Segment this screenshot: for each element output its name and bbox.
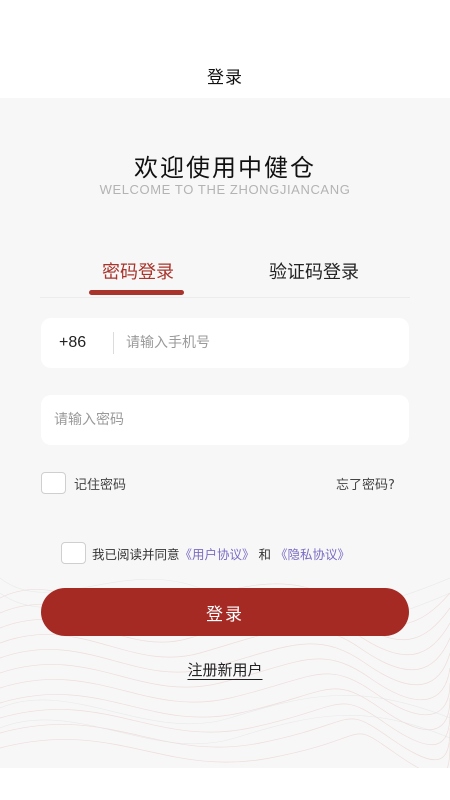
tab-code-login[interactable]: 验证码登录 — [262, 258, 366, 284]
password-field — [41, 395, 409, 445]
register-row: 注册新用户 — [0, 659, 450, 680]
login-screen: 登录 欢迎使用中健仓 WELCOME TO THE ZHONGJIANCANG … — [0, 0, 450, 800]
register-link[interactable]: 注册新用户 — [187, 661, 262, 679]
welcome-subtitle: WELCOME TO THE ZHONGJIANCANG — [99, 182, 351, 197]
privacy-policy-link[interactable]: 《隐私协议》 — [275, 544, 350, 563]
field-divider — [113, 332, 114, 354]
welcome-title: 欢迎使用中健仓 — [134, 154, 316, 182]
login-content: 欢迎使用中健仓 WELCOME TO THE ZHONGJIANCANG 密码登… — [0, 98, 450, 768]
password-input[interactable] — [41, 395, 371, 445]
login-button[interactable]: 登录 — [41, 588, 409, 636]
bottom-bar — [0, 768, 450, 800]
phone-field: +86 — [41, 318, 409, 368]
forgot-password-link[interactable]: 忘了密码? — [336, 474, 395, 493]
remember-password-checkbox[interactable] — [41, 472, 66, 494]
phone-input[interactable] — [126, 318, 386, 368]
tab-password-login[interactable]: 密码登录 — [88, 258, 188, 284]
nav-bar: 登录 — [0, 52, 450, 98]
agreement-row: 我已阅读并同意 《用户协议》 和 《隐私协议》 — [61, 541, 350, 565]
remember-password-label: 记住密码 — [74, 477, 127, 493]
agreement-text: 我已阅读并同意 — [92, 546, 180, 562]
country-code-selector[interactable]: +86 — [41, 334, 113, 352]
active-tab-indicator — [89, 290, 184, 295]
login-tabs: 密码登录 验证码登录 — [40, 248, 410, 298]
user-agreement-link[interactable]: 《用户协议》 — [180, 544, 255, 563]
page-title: 登录 — [207, 67, 243, 88]
agreement-and-text: 和 — [258, 546, 272, 562]
agreement-checkbox[interactable] — [61, 542, 86, 564]
remember-password[interactable]: 记住密码 — [41, 472, 126, 494]
